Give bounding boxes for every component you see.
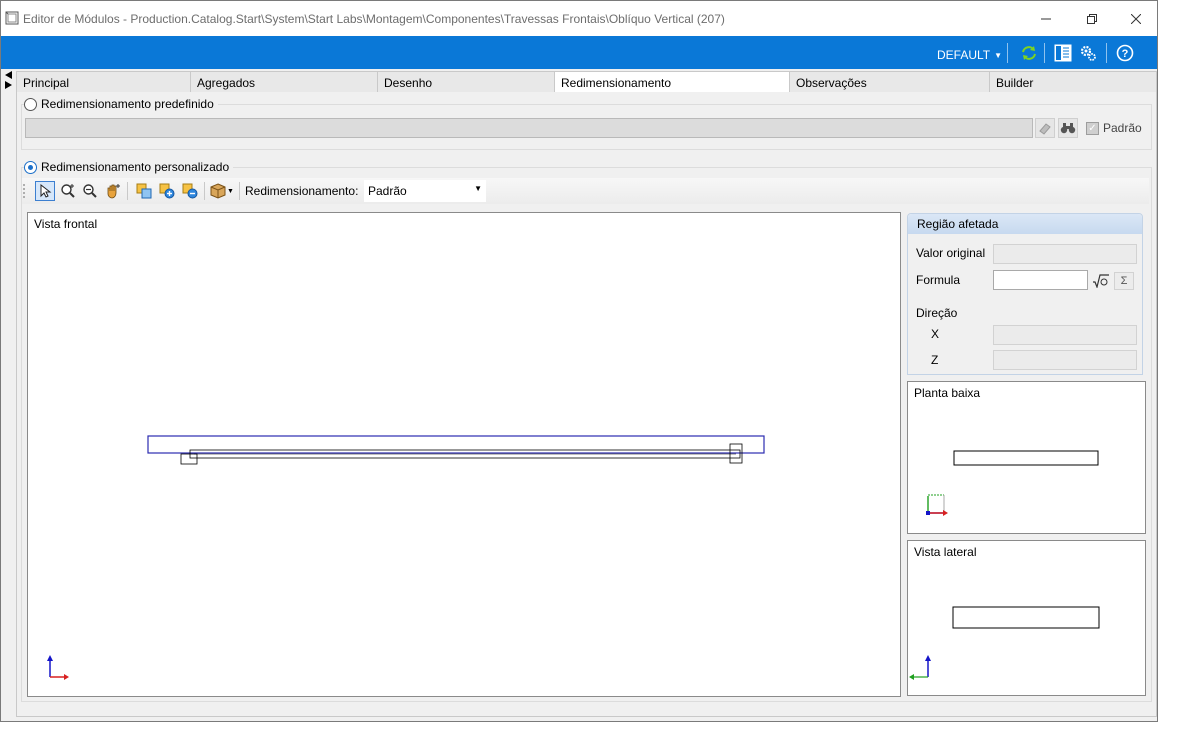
predefined-radio[interactable]: Redimensionamento predefinido	[24, 97, 218, 111]
resize-toolbar: ▼ Redimensionamento: Padrão ▼	[22, 178, 1149, 204]
chevron-down-icon: ▼	[994, 50, 1003, 60]
separator	[1007, 43, 1008, 63]
tab-strip: Principal Agregados Desenho Redimensiona…	[16, 71, 1157, 93]
region-tool-1[interactable]	[134, 181, 154, 201]
radio-button[interactable]	[24, 97, 37, 111]
eraser-button[interactable]	[1035, 118, 1055, 138]
resize-label: Redimensionamento:	[245, 184, 359, 198]
separator	[1044, 43, 1045, 63]
refresh-icon[interactable]	[1020, 44, 1038, 62]
zoom-in-icon	[61, 184, 75, 198]
predefined-value-field[interactable]	[25, 118, 1033, 138]
default-checkbox-label: Padrão	[1103, 121, 1142, 135]
axes-icon	[926, 494, 948, 516]
select-tool[interactable]	[35, 181, 55, 201]
profile-dropdown[interactable]: DEFAULT ▼	[937, 48, 1002, 62]
front-view-drawing	[47, 435, 765, 680]
tab-content: Redimensionamento predefinido ✓ Padrão R…	[16, 92, 1157, 717]
axes-icon	[47, 655, 69, 680]
window-title: Editor de Módulos - Production.Catalog.S…	[23, 12, 725, 26]
chevron-down-icon: ▼	[474, 184, 482, 193]
separator	[127, 182, 128, 200]
zoom-in-tool[interactable]	[58, 181, 78, 201]
separator	[1106, 43, 1107, 63]
sum-button[interactable]: Σ	[1114, 272, 1134, 290]
view-3d-dropdown[interactable]: ▼	[208, 181, 236, 201]
default-checkbox[interactable]: ✓	[1086, 121, 1099, 135]
hand-pan-icon	[107, 184, 120, 199]
close-icon	[1131, 13, 1141, 24]
separator	[204, 182, 205, 200]
pan-tool[interactable]	[103, 181, 123, 201]
side-view[interactable]: Vista lateral	[907, 540, 1146, 696]
sigma-icon: Σ	[1120, 275, 1128, 287]
plan-view-drawing	[926, 450, 1099, 516]
app-icon	[5, 11, 19, 25]
tab-principal[interactable]: Principal	[16, 71, 191, 93]
region-tool-2[interactable]	[157, 181, 177, 201]
tab-redimensionamento[interactable]: Redimensionamento	[554, 71, 790, 93]
region-tool-3[interactable]	[180, 181, 200, 201]
tab-desenho[interactable]: Desenho	[377, 71, 555, 93]
region-title: Região afetada	[908, 214, 1142, 234]
custom-radio[interactable]: Redimensionamento personalizado	[24, 160, 234, 174]
zoom-out-icon	[83, 184, 97, 198]
square-root-icon	[1093, 274, 1109, 288]
axes-icon	[909, 655, 931, 680]
svg-text:?: ?	[1122, 48, 1129, 60]
grip-icon	[23, 184, 25, 198]
plan-outline	[953, 450, 1099, 466]
title-bar: Editor de Módulos - Production.Catalog.S…	[1, 1, 1157, 36]
left-bracket	[180, 453, 198, 465]
close-button[interactable]	[1113, 1, 1159, 36]
radio-button[interactable]	[24, 160, 37, 174]
tab-agregados[interactable]: Agregados	[190, 71, 378, 93]
direction-label: Direção	[916, 306, 958, 320]
collapse-arrows-icon[interactable]	[4, 70, 14, 90]
settings-gears-icon[interactable]	[1079, 44, 1097, 62]
plan-view[interactable]: Planta baixa	[907, 381, 1146, 534]
front-view[interactable]: Vista frontal	[27, 212, 901, 697]
region-select-icon	[136, 183, 152, 199]
resize-select[interactable]: Padrão ▼	[364, 180, 486, 202]
region-add-icon	[159, 183, 175, 199]
editor-window: Editor de Módulos - Production.Catalog.S…	[0, 0, 1158, 722]
x-label: X	[931, 327, 940, 341]
profile-label: DEFAULT	[937, 48, 991, 62]
chevron-down-icon: ▼	[227, 187, 234, 195]
z-field	[993, 350, 1137, 370]
zoom-out-tool[interactable]	[80, 181, 100, 201]
box-3d-icon	[210, 183, 226, 199]
side-view-drawing	[909, 606, 1100, 680]
sqrt-button[interactable]	[1091, 272, 1111, 290]
x-field	[993, 325, 1137, 345]
restore-icon	[1087, 13, 1097, 24]
eraser-icon	[1039, 123, 1051, 135]
binoculars-icon	[1060, 123, 1076, 134]
custom-label: Redimensionamento personalizado	[41, 160, 230, 174]
region-panel: Região afetada Valor original Formula Σ …	[907, 213, 1143, 375]
help-icon[interactable]: ?	[1116, 44, 1134, 62]
minimize-button[interactable]	[1023, 1, 1069, 36]
side-outline	[952, 606, 1100, 629]
region-remove-icon	[182, 183, 198, 199]
separator	[239, 182, 240, 200]
resize-select-value: Padrão	[368, 184, 407, 198]
top-toolbar: DEFAULT ▼ ?	[1, 36, 1157, 69]
maximize-button[interactable]	[1069, 1, 1115, 36]
layout-panel-icon[interactable]	[1054, 44, 1072, 62]
original-value-label: Valor original	[916, 246, 986, 260]
z-label: Z	[931, 353, 939, 367]
formula-label: Formula	[916, 273, 961, 287]
formula-input[interactable]	[993, 270, 1088, 290]
tab-builder[interactable]: Builder	[989, 71, 1157, 93]
predefined-label: Redimensionamento predefinido	[41, 97, 214, 111]
front-panel-outline	[147, 435, 765, 454]
minimize-icon	[1041, 18, 1051, 19]
default-checkbox-row[interactable]: ✓ Padrão	[1086, 121, 1142, 135]
original-value-field	[993, 244, 1137, 264]
tab-observacoes[interactable]: Observações	[789, 71, 990, 93]
pointer-icon	[40, 184, 52, 198]
search-button[interactable]	[1058, 118, 1078, 138]
